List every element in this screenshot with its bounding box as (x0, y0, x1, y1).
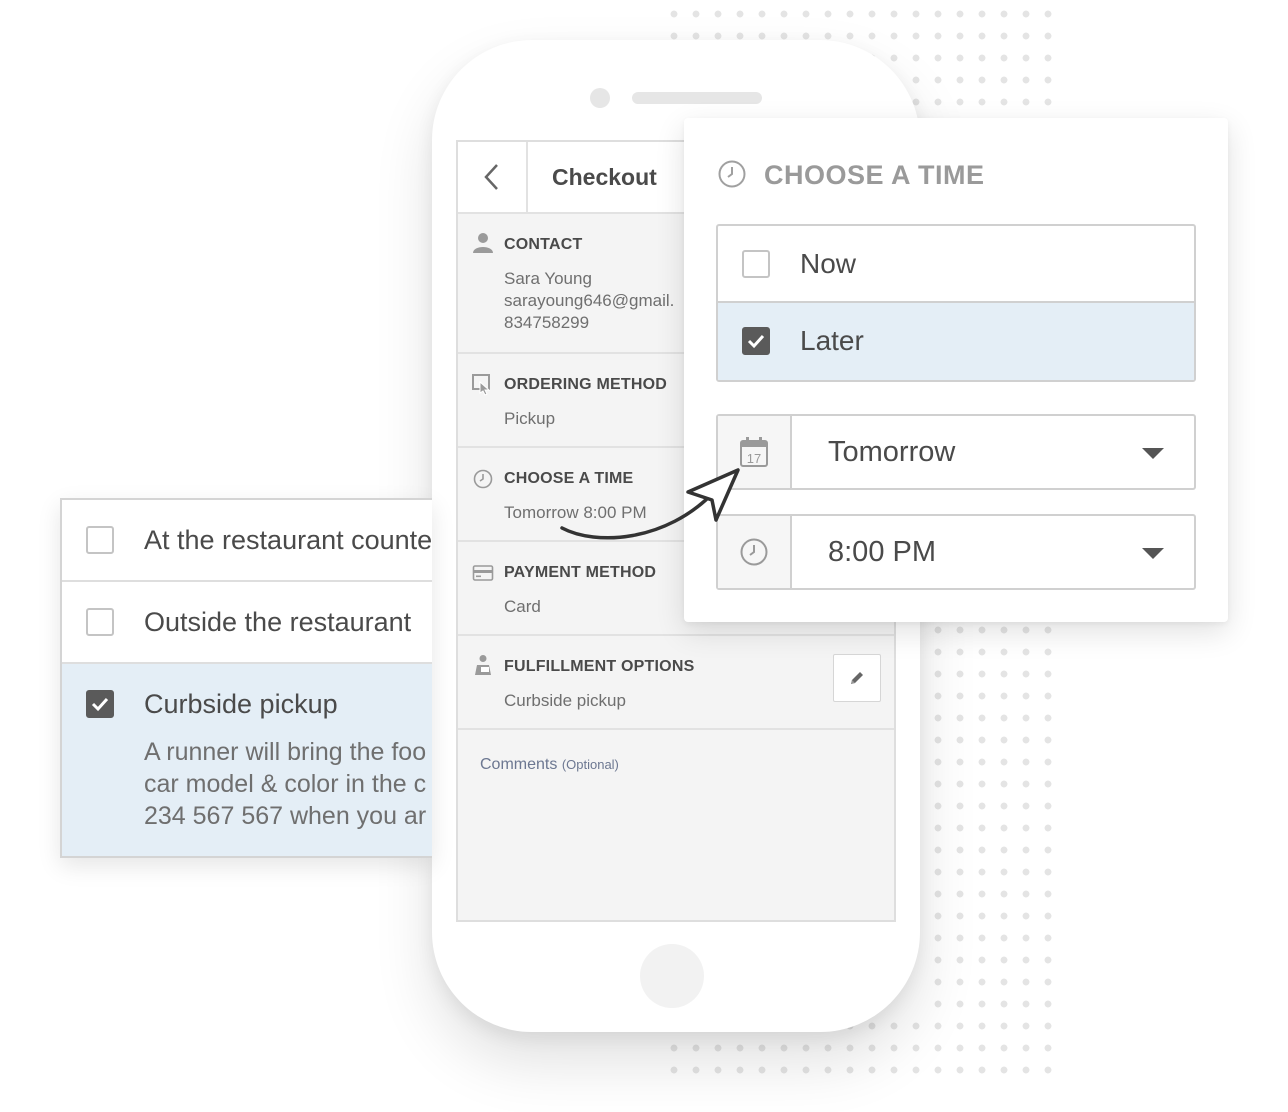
time-options: Now Later (716, 224, 1196, 382)
curbside-description: A runner will bring the foo car model & … (144, 736, 432, 832)
option-label: Later (800, 325, 864, 356)
payment-method-value: Card (504, 597, 541, 616)
day-select[interactable]: 17 Tomorrow (716, 414, 1196, 490)
phone-home-button (640, 944, 704, 1008)
option-label: At the restaurant counte (144, 525, 432, 555)
checkbox[interactable] (86, 608, 114, 636)
back-button[interactable] (458, 142, 528, 212)
choose-time-card: CHOOSE A TIME Now Later 17 Tomorrow 8:00… (684, 118, 1228, 622)
description-line: A runner will bring the foo (144, 738, 427, 766)
pointer-hand-icon (472, 374, 491, 396)
contact-phone: 834758299 (504, 313, 590, 332)
description-line: car model & color in the c (144, 770, 427, 798)
day-select-value: Tomorrow (828, 436, 956, 468)
pointer-arrow-icon (560, 468, 740, 540)
runner-icon (475, 655, 491, 675)
contact-email: sarayoung646@gmail. (504, 291, 675, 310)
time-option-later[interactable]: Later (718, 303, 1194, 380)
check-icon (91, 697, 109, 712)
fulfillment-value: Curbside pickup (504, 691, 626, 710)
comments-optional-label: (Optional) (561, 757, 619, 772)
time-select[interactable]: 8:00 PM (716, 514, 1196, 590)
phone-speaker (632, 92, 762, 104)
card-title: CHOOSE A TIME (764, 160, 985, 190)
chevron-down-icon (1142, 448, 1164, 459)
payment-method-title: PAYMENT METHOD (504, 564, 657, 581)
fulfillment-section[interactable]: FULFILLMENT OPTIONS Curbside pickup (458, 636, 894, 730)
fulfillment-options-card: At the restaurant counte Outside the res… (60, 498, 432, 858)
ordering-method-value: Pickup (504, 409, 556, 428)
fulfillment-option-counter[interactable]: At the restaurant counte (62, 500, 432, 582)
chevron-down-icon (1142, 548, 1164, 559)
comments-label: Comments (480, 756, 558, 773)
comments-field[interactable]: Comments (Optional) (480, 756, 619, 774)
contact-title: CONTACT (504, 236, 583, 253)
contact-name: Sara Young (504, 269, 592, 288)
fulfillment-title: FULFILLMENT OPTIONS (504, 658, 695, 675)
option-label: Curbside pickup (144, 689, 338, 719)
time-select-value: 8:00 PM (828, 536, 936, 568)
checkbox-checked[interactable] (742, 327, 770, 355)
person-icon (473, 233, 493, 253)
ordering-method-title: ORDERING METHOD (504, 376, 667, 393)
clock-icon (473, 469, 493, 489)
page-title: Checkout (552, 164, 657, 190)
chevron-left-icon (484, 164, 498, 190)
description-line: 234 567 567 when you ar (144, 802, 427, 830)
pencil-icon (851, 672, 863, 684)
fulfillment-option-outside[interactable]: Outside the restaurant (62, 582, 432, 664)
check-icon (747, 334, 765, 349)
fulfillment-option-curbside[interactable]: Curbside pickup A runner will bring the … (62, 664, 432, 856)
credit-card-icon (472, 565, 494, 581)
clock-icon (718, 160, 746, 188)
checkbox[interactable] (86, 526, 114, 554)
time-option-now[interactable]: Now (718, 226, 1194, 303)
checkbox[interactable] (742, 250, 770, 278)
edit-fulfillment-button[interactable] (833, 654, 881, 702)
checkbox-checked[interactable] (86, 690, 114, 718)
option-label: Outside the restaurant (144, 607, 412, 637)
option-label: Now (800, 248, 857, 279)
phone-camera (590, 88, 610, 108)
